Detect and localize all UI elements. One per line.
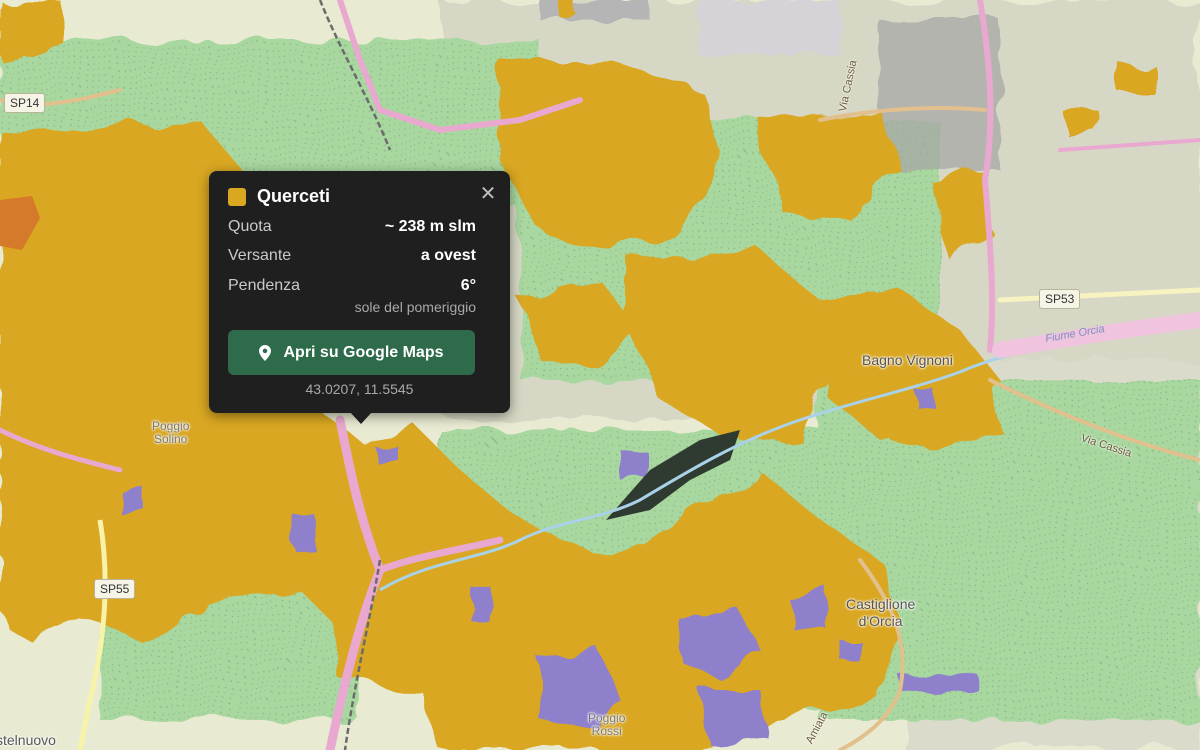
feature-info-popup: Querceti ✕ Quota ~ 238 m slm Versante a … <box>209 171 510 424</box>
popup-row-pendenza: Pendenza 6° <box>228 277 476 295</box>
popup-header: Querceti <box>228 186 330 207</box>
close-icon[interactable]: ✕ <box>479 184 497 204</box>
popup-title: Querceti <box>257 186 331 206</box>
map-canvas[interactable]: Bagno Vignoni Castiglione d'Orcia Poggio… <box>0 0 1200 750</box>
open-google-maps-label: Apri su Google Maps <box>283 343 444 361</box>
place-label-poggio-rossi: Poggio Rossi <box>588 711 626 738</box>
open-google-maps-button[interactable]: Apri su Google Maps <box>228 330 475 375</box>
sun-exposure-note: sole del pomeriggio <box>354 299 476 315</box>
legend-swatch <box>228 187 246 206</box>
quota-value: ~ 238 m slm <box>384 218 476 235</box>
map-basemap <box>0 0 1200 750</box>
pendenza-label: Pendenza <box>228 277 301 294</box>
popup-tip <box>350 412 372 424</box>
popup-row-quota: Quota ~ 238 m slm <box>228 218 476 236</box>
quota-label: Quota <box>228 218 272 235</box>
place-label-bagno-vignoni: Bagno Vignoni <box>862 352 953 368</box>
place-label-castiglione-dorcia: Castiglione d'Orcia <box>846 596 916 629</box>
road-shield-sp55: SP55 <box>94 579 136 599</box>
place-label-castelnuovo: stelnuovo <box>0 732 56 748</box>
road-shield-sp53: SP53 <box>1039 289 1081 309</box>
pendenza-value: 6° <box>460 277 476 294</box>
popup-row-versante: Versante a ovest <box>228 247 476 265</box>
coordinates-text: 43.0207, 11.5545 <box>305 381 414 397</box>
versante-label: Versante <box>228 247 292 264</box>
versante-value: a ovest <box>420 247 476 264</box>
map-pin-icon <box>259 344 272 361</box>
road-shield-sp14: SP14 <box>4 93 46 113</box>
place-label-poggio-solino: Poggio Solino <box>152 419 190 446</box>
